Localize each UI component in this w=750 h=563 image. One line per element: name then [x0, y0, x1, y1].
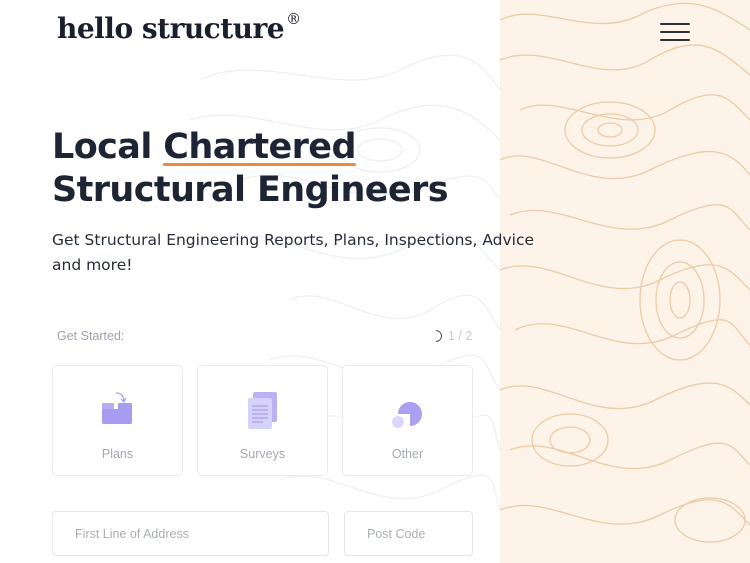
decorative-topographic-panel — [500, 0, 750, 563]
title-highlight: Chartered — [163, 127, 357, 167]
logo-text: hello structure — [57, 12, 285, 45]
postcode-input[interactable] — [344, 511, 473, 556]
get-started-label: Get Started: — [57, 329, 125, 343]
title-line-2: Structural Engineers — [52, 170, 449, 210]
hero-subtitle: Get Structural Engineering Reports, Plan… — [52, 231, 535, 274]
other-shapes-icon — [391, 402, 422, 428]
loading-spinner-icon — [427, 327, 445, 345]
survey-document-icon — [247, 392, 277, 429]
registered-mark: ® — [286, 9, 301, 28]
option-label: Surveys — [239, 447, 286, 461]
option-card-plans[interactable]: Plans — [52, 365, 183, 476]
title-start: Local — [52, 127, 164, 167]
option-card-surveys[interactable]: Surveys — [197, 365, 328, 476]
plans-icon — [101, 392, 132, 424]
topographic-background — [180, 40, 500, 563]
option-label: Plans — [101, 447, 134, 461]
step-indicator: 1 / 2 — [427, 327, 473, 345]
step-text: 1 / 2 — [448, 329, 473, 343]
page-title: Local Chartered Structural Engineers — [52, 126, 449, 212]
address-input[interactable] — [52, 511, 329, 556]
brand-logo[interactable]: hello structure ® — [57, 9, 301, 45]
hamburger-menu-icon[interactable] — [656, 20, 694, 44]
option-card-other[interactable]: Other — [342, 365, 473, 476]
option-label: Other — [391, 447, 424, 461]
